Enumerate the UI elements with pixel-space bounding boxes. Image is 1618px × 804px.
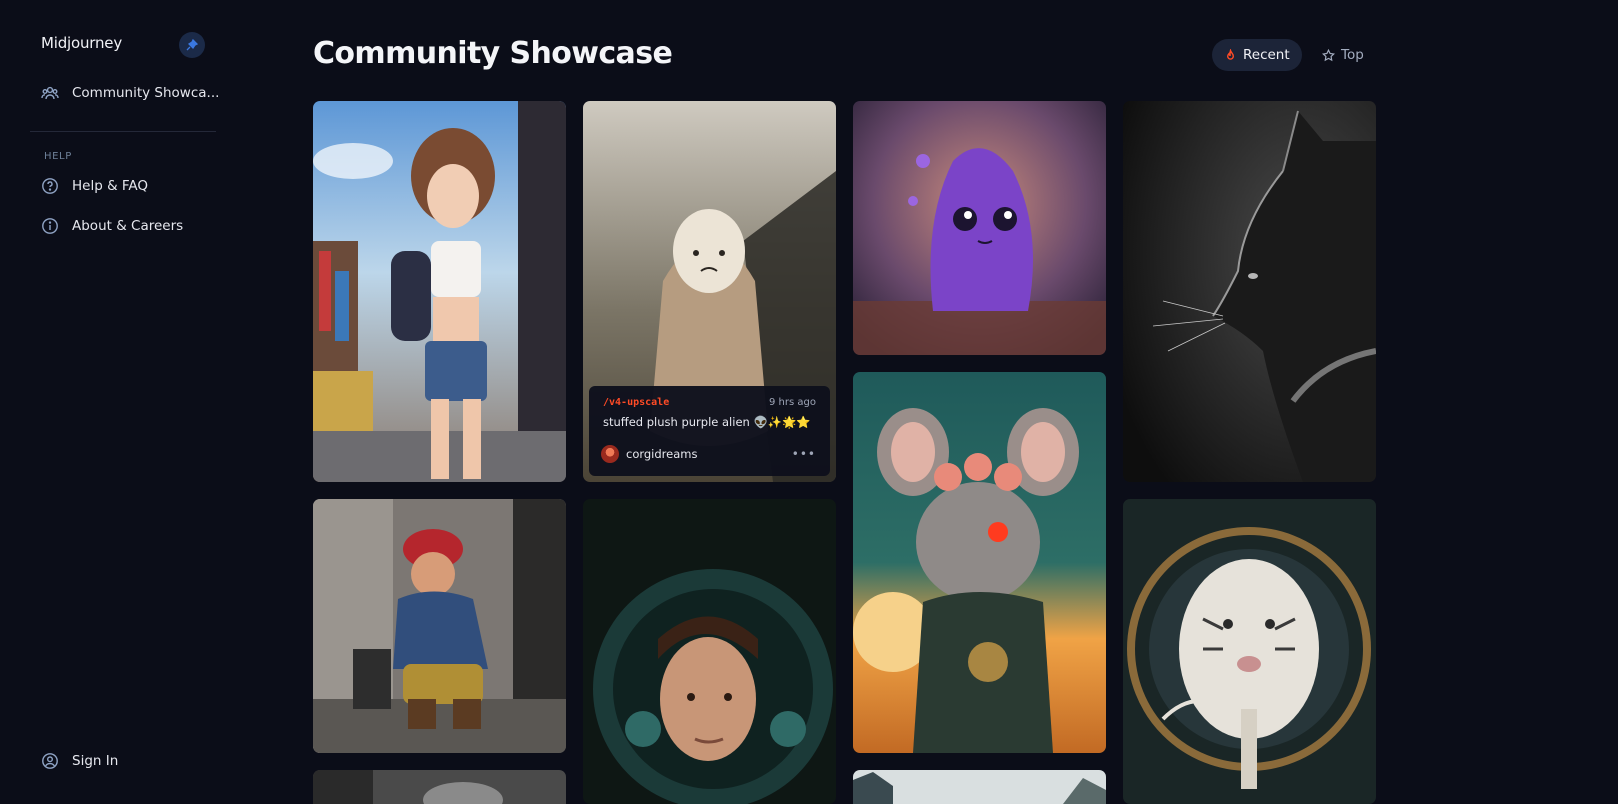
pin-sidebar-button[interactable] (179, 32, 205, 58)
anime-girl-illustration (313, 101, 566, 482)
gallery-image-anime-girl[interactable] (313, 101, 566, 482)
user-circle-icon (42, 753, 58, 769)
gallery-image-purple-alien[interactable] (853, 101, 1106, 355)
mario-photo (313, 499, 566, 753)
author-link[interactable]: corgidreams (601, 445, 697, 463)
prompt-command: /v4-upscale (603, 397, 670, 408)
filter-recent-button[interactable]: Recent (1212, 39, 1302, 71)
help-section-label: HELP (44, 151, 72, 162)
gallery-image-partial-landscape[interactable] (853, 770, 1106, 804)
mouse-warrior-illustration (853, 372, 1106, 753)
info-circle-icon (42, 218, 58, 234)
white-tiger-illustration (1123, 499, 1376, 804)
prompt-text: stuffed plush purple alien 👽✨🌟⭐ (603, 415, 811, 429)
brand-name[interactable]: Midjourney (41, 34, 122, 52)
sidebar-divider (30, 131, 216, 132)
author-username: corgidreams (626, 447, 698, 461)
pin-icon (186, 39, 198, 51)
gallery-image-mario[interactable] (313, 499, 566, 753)
purple-alien-render (853, 101, 1106, 355)
black-cat-portrait (1123, 101, 1376, 482)
astronaut-portrait (583, 499, 836, 804)
grayscale-image (313, 770, 566, 804)
sidebar-item-about-careers[interactable]: About & Careers (41, 217, 183, 235)
landscape-image (853, 770, 1106, 804)
page-title: Community Showcase (313, 36, 673, 71)
image-hover-card[interactable]: /v4-upscale 9 hrs ago stuffed plush purp… (589, 386, 830, 476)
users-icon (41, 86, 59, 100)
filter-top-button[interactable]: Top (1310, 39, 1376, 71)
sign-in-label: Sign In (72, 753, 119, 769)
gallery-image-black-cat[interactable] (1123, 101, 1376, 482)
sidebar-item-label: Help & FAQ (72, 178, 149, 194)
star-icon (1322, 48, 1335, 61)
filter-recent-label: Recent (1243, 47, 1290, 63)
avatar (601, 445, 619, 463)
sidebar: Midjourney Community Showca... HELP Help… (13, 0, 230, 804)
gallery-image-partial-grayscale[interactable] (313, 770, 566, 804)
sidebar-item-community-showcase[interactable]: Community Showca... (41, 84, 219, 102)
sidebar-item-help-faq[interactable]: Help & FAQ (41, 177, 148, 195)
gallery-image-white-tiger[interactable] (1123, 499, 1376, 804)
sign-in-button[interactable]: Sign In (41, 752, 118, 770)
more-options-icon[interactable]: ••• (792, 447, 816, 461)
gallery-image-plush[interactable]: /v4-upscale 9 hrs ago stuffed plush purp… (583, 101, 836, 482)
filter-top-label: Top (1341, 47, 1364, 63)
question-circle-icon (42, 178, 58, 194)
gallery-image-mouse-warrior[interactable] (853, 372, 1106, 753)
sidebar-item-label: About & Careers (72, 218, 184, 234)
flame-icon (1226, 48, 1235, 60)
sidebar-item-label: Community Showca... (72, 85, 220, 101)
post-timestamp: 9 hrs ago (769, 397, 816, 408)
gallery-image-astronaut[interactable] (583, 499, 836, 804)
